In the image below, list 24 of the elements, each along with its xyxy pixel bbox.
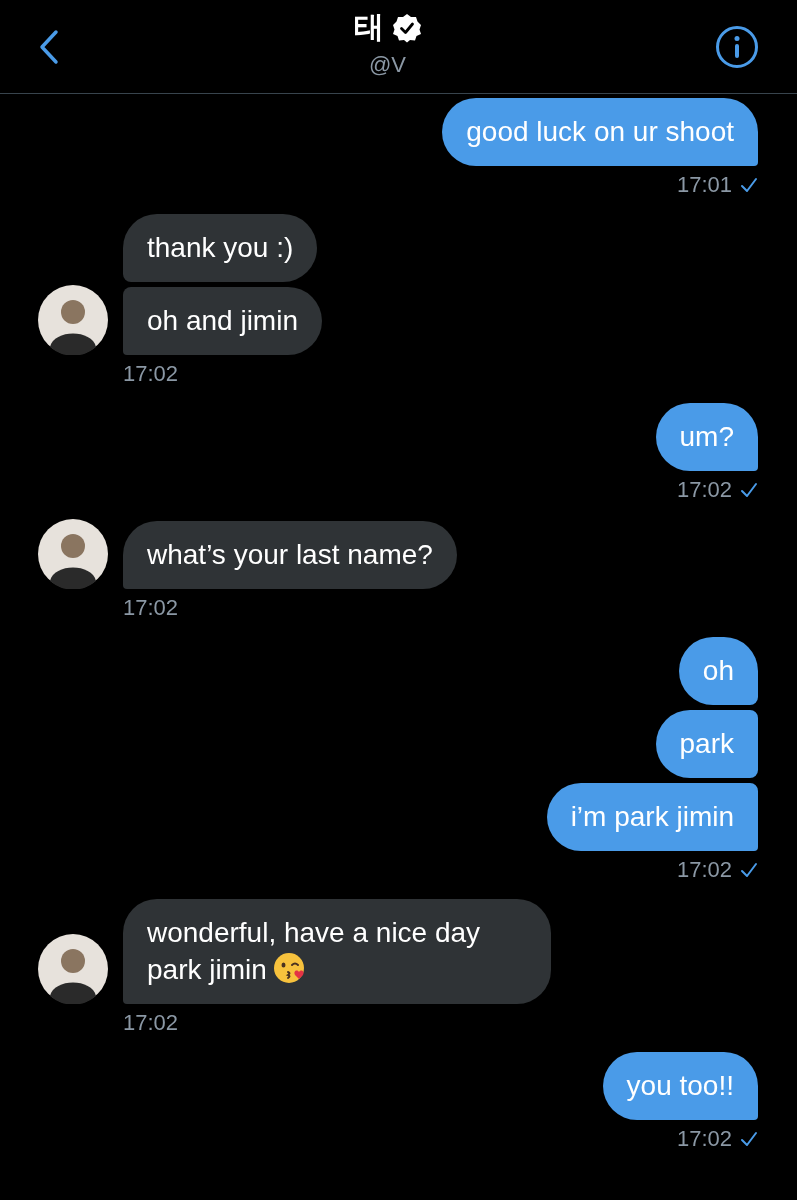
message-bubble[interactable]: what’s your last name? (123, 521, 457, 589)
message-bubble[interactable]: oh (678, 637, 758, 705)
message-time: 17:02 (123, 361, 179, 387)
contact-name: 태 (353, 9, 384, 45)
message-bubble[interactable]: i’m park jimin (546, 783, 758, 851)
message-bubble[interactable]: um? (655, 403, 758, 471)
message-bubble[interactable]: oh and jimin (123, 287, 322, 355)
avatar-icon[interactable] (38, 285, 108, 355)
message-time: 17:02 (123, 1010, 179, 1036)
info-icon[interactable] (715, 24, 759, 69)
message-time: 17:02 (676, 1126, 732, 1152)
message-time: 17:02 (123, 595, 179, 621)
message-bubble[interactable]: wonderful, have a nice day park jimin (123, 899, 551, 1004)
message-bubble[interactable]: good luck on ur shoot (442, 98, 758, 166)
message-time: 17:02 (676, 857, 732, 883)
message-bubble[interactable]: you too!! (602, 1052, 758, 1120)
contact-handle: @V (369, 52, 406, 78)
message-time: 17:02 (676, 477, 732, 503)
message-bubble[interactable]: thank you :) (123, 214, 318, 282)
avatar-icon[interactable] (38, 519, 108, 589)
message-bubble[interactable]: park (655, 710, 758, 778)
back-icon[interactable] (38, 28, 60, 65)
avatar-icon[interactable] (38, 934, 108, 1004)
message-time: 17:01 (676, 172, 732, 198)
